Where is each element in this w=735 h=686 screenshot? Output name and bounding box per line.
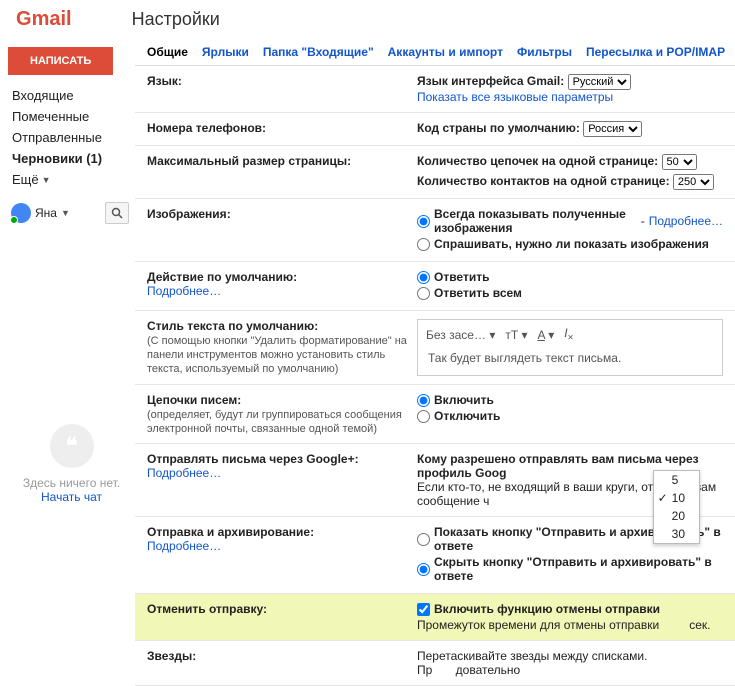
- tab-filters[interactable]: Фильтры: [517, 45, 572, 59]
- row-sendarchive-label: Отправка и архивирование:: [147, 525, 314, 539]
- user-name: Яна: [35, 206, 57, 220]
- compose-button[interactable]: НАПИСАТЬ: [8, 47, 113, 75]
- reply-radio[interactable]: [417, 271, 430, 284]
- undo-period-dropdown[interactable]: 5 10 20 30: [653, 470, 700, 544]
- avatar[interactable]: [11, 203, 31, 223]
- row-text-style-label: Стиль текста по умолчанию:: [147, 319, 318, 333]
- row-pagesize-label: Максимальный размер страницы:: [147, 154, 417, 190]
- row-gplus-label: Отправлять письма через Google+:: [147, 452, 359, 466]
- row-stars-label: Звезды:: [147, 649, 417, 677]
- row-default-action-label: Действие по умолчанию:: [147, 270, 297, 284]
- row-language-label: Язык:: [147, 74, 417, 104]
- tab-general[interactable]: Общие: [147, 45, 188, 59]
- show-all-languages-link[interactable]: Показать все языковые параметры: [417, 90, 613, 104]
- row-phones-label: Номера телефонов:: [147, 121, 417, 137]
- row-undo-label: Отменить отправку:: [147, 602, 417, 632]
- status-dot: [10, 216, 18, 224]
- gplus-more-link[interactable]: Подробнее…: [147, 466, 221, 480]
- nav-starred[interactable]: Помеченные: [8, 106, 135, 127]
- sendarchive-more-link[interactable]: Подробнее…: [147, 539, 221, 553]
- reply-all-radio[interactable]: [417, 287, 430, 300]
- contacts-per-page-select[interactable]: 250: [673, 174, 714, 190]
- hangouts-empty-text: Здесь ничего нет.: [8, 476, 135, 490]
- undo-option-10[interactable]: 10: [654, 489, 699, 507]
- text-color-dropdown[interactable]: A ▾: [538, 328, 555, 342]
- row-images-label: Изображения:: [147, 207, 417, 253]
- images-always-radio[interactable]: [417, 215, 430, 228]
- undo-option-30[interactable]: 30: [654, 525, 699, 543]
- tab-inbox[interactable]: Папка "Входящие": [263, 45, 374, 59]
- nav-sent[interactable]: Отправленные: [8, 127, 135, 148]
- gmail-logo: Gmail: [16, 8, 72, 31]
- default-action-more-link[interactable]: Подробнее…: [147, 284, 221, 298]
- images-more-link[interactable]: Подробнее…: [649, 214, 723, 228]
- search-button[interactable]: [105, 202, 129, 224]
- hangouts-icon: ❝: [50, 424, 94, 468]
- undo-option-5[interactable]: 5: [654, 471, 699, 489]
- undo-send-checkbox[interactable]: [417, 603, 430, 616]
- nav-more[interactable]: Ещё ▼: [8, 169, 135, 190]
- tab-forwarding[interactable]: Пересылка и POP/IMAP: [586, 45, 725, 59]
- sendarchive-hide-radio[interactable]: [417, 563, 430, 576]
- conversations-off-radio[interactable]: [417, 410, 430, 423]
- text-style-sample: Так будет выглядеть текст письма.: [422, 345, 718, 371]
- page-title: Настройки: [132, 9, 220, 30]
- chevron-down-icon[interactable]: ▼: [61, 208, 70, 218]
- sendarchive-show-radio[interactable]: [417, 533, 430, 546]
- nav-drafts[interactable]: Черновики (1): [8, 148, 135, 169]
- conversations-on-radio[interactable]: [417, 394, 430, 407]
- start-chat-link[interactable]: Начать чат: [8, 490, 135, 504]
- search-icon: [111, 207, 123, 219]
- tab-labels[interactable]: Ярлыки: [202, 45, 249, 59]
- chevron-down-icon: ▼: [42, 175, 51, 185]
- images-ask-radio[interactable]: [417, 238, 430, 251]
- remove-formatting-icon[interactable]: I×: [564, 326, 573, 343]
- threads-per-page-select[interactable]: 50: [662, 154, 697, 170]
- country-code-select[interactable]: Россия: [583, 121, 642, 137]
- font-size-dropdown[interactable]: тТ ▾: [505, 328, 527, 342]
- language-select[interactable]: Русский: [568, 74, 631, 90]
- tab-accounts[interactable]: Аккаунты и импорт: [388, 45, 503, 59]
- undo-option-20[interactable]: 20: [654, 507, 699, 525]
- row-conversations-label: Цепочки писем:: [147, 393, 241, 407]
- font-family-dropdown[interactable]: Без засе… ▾: [426, 328, 495, 342]
- nav-inbox[interactable]: Входящие: [8, 85, 135, 106]
